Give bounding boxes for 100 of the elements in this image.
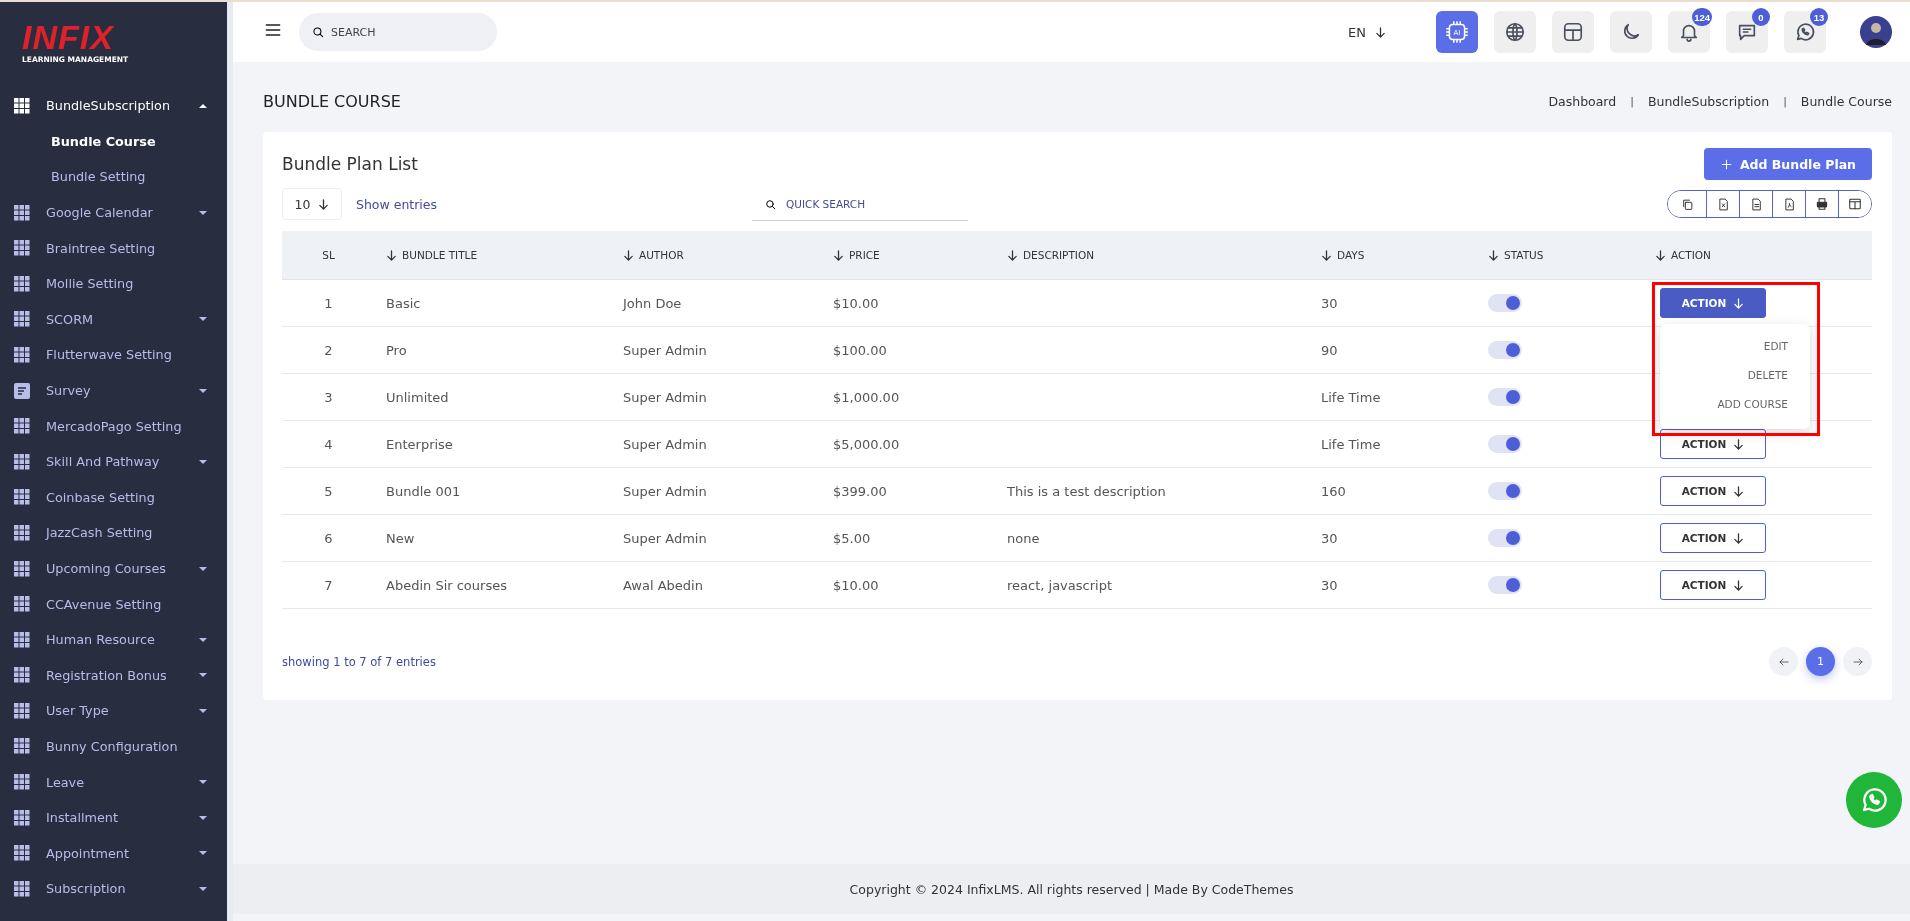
sidebar-item[interactable]: Registration Bonus <box>0 657 227 694</box>
sidebar-item[interactable]: User Type <box>0 693 227 729</box>
grid-icon <box>14 880 30 897</box>
header-icon-button[interactable]: 13 <box>1784 11 1826 53</box>
sidebar-item[interactable]: JazzCash Setting <box>0 515 227 551</box>
whatsapp-chat-button[interactable] <box>1846 772 1902 828</box>
count-badge: 13 <box>1810 8 1828 26</box>
status-toggle[interactable] <box>1488 388 1522 406</box>
action-button[interactable]: ACTION <box>1660 523 1766 553</box>
card-title: Bundle Plan List <box>282 154 418 174</box>
sidebar-item[interactable]: Mollie Setting <box>0 265 227 302</box>
status-toggle[interactable] <box>1488 576 1522 594</box>
table-cell-text: Abedin Sir courses <box>385 577 508 593</box>
breadcrumb-link[interactable]: Bundle Course <box>1800 93 1892 109</box>
sidebar-item[interactable]: Survey <box>0 372 227 409</box>
export-button[interactable] <box>1838 191 1871 217</box>
sidebar-item[interactable]: Braintree Setting <box>0 230 227 266</box>
status-toggle[interactable] <box>1488 482 1522 500</box>
breadcrumb-link[interactable]: BundleSubscription <box>1647 93 1770 109</box>
sidebar-item[interactable]: Human Resource <box>0 621 227 658</box>
column-header[interactable]: AUTHOR <box>612 249 822 261</box>
caret-icon <box>199 637 207 642</box>
column-header[interactable]: STATUS <box>1477 249 1644 261</box>
sidebar-item[interactable]: Installment <box>0 799 227 836</box>
sidebar-item[interactable]: Bunny Configuration <box>0 728 227 765</box>
menu-item[interactable]: DELETE <box>1660 361 1810 390</box>
sidebar-item[interactable]: Coinbase Setting <box>0 479 227 516</box>
sort-arrow-icon <box>1655 249 1666 261</box>
search-field[interactable]: SEARCH <box>299 13 497 51</box>
entries-select[interactable]: 10 <box>282 188 342 220</box>
sort-arrow-icon <box>1321 249 1332 261</box>
grid-icon <box>14 560 30 577</box>
header-icon-button[interactable] <box>1610 11 1652 53</box>
sidebar-item[interactable]: MercadoPago Setting <box>0 408 227 444</box>
column-header[interactable]: ACTION <box>1644 249 1872 261</box>
header-icon-button[interactable] <box>1494 11 1536 53</box>
header-icon-button[interactable]: 0 <box>1726 11 1768 53</box>
sidebar-item[interactable]: BundleSubscription <box>0 88 227 124</box>
caret-icon <box>199 708 207 713</box>
user-avatar[interactable] <box>1860 16 1892 48</box>
grid-icon <box>14 631 30 648</box>
table-cell-text: 160 <box>1320 483 1347 499</box>
header-icon-button[interactable]: 124 <box>1668 11 1710 53</box>
table-cell-text: This is a test description <box>1006 483 1167 499</box>
whatsapp-icon <box>1794 21 1816 43</box>
table-cell-text: $399.00 <box>832 483 888 499</box>
breadcrumb-link[interactable]: Dashboard <box>1548 93 1617 109</box>
add-bundle-plan-button[interactable]: Add Bundle Plan <box>1703 148 1872 180</box>
action-button[interactable]: ACTION <box>1660 570 1766 600</box>
grid-icon <box>14 418 30 435</box>
grid-icon <box>14 524 30 541</box>
status-toggle[interactable] <box>1488 294 1522 312</box>
table-cell-text: Life Time <box>1320 389 1382 405</box>
status-toggle[interactable] <box>1488 341 1522 359</box>
grid-icon <box>14 774 30 791</box>
caret-icon <box>199 673 207 678</box>
grid-icon <box>14 453 30 470</box>
column-header: SL <box>321 249 336 261</box>
sidebar-item[interactable]: Appointment <box>0 835 227 872</box>
action-button[interactable]: ACTION <box>1660 288 1766 318</box>
sidebar-item[interactable]: Flutterwave Setting <box>0 337 227 373</box>
menu-item[interactable]: ADD COURSE <box>1660 390 1810 419</box>
sort-arrow-icon <box>1007 249 1018 261</box>
caret-icon <box>199 459 207 464</box>
action-button[interactable]: ACTION <box>1660 476 1766 506</box>
table-cell-text: Pro <box>385 342 408 358</box>
sidebar-item[interactable]: Subscription <box>0 871 227 907</box>
table-cell-text: $100.00 <box>832 342 888 358</box>
column-header[interactable]: DESCRIPTION <box>996 249 1310 261</box>
caret-icon <box>199 851 207 856</box>
arrow-down-icon <box>1733 438 1745 450</box>
table-cell-text: $10.00 <box>832 295 880 311</box>
grid-icon <box>14 204 30 221</box>
column-header[interactable]: BUNDLE TITLE <box>375 249 612 261</box>
header-icon-button[interactable] <box>1552 11 1594 53</box>
table-cell-text: Super Admin <box>622 483 708 499</box>
column-header[interactable]: PRICE <box>822 249 996 261</box>
page-button[interactable]: 1 <box>1806 647 1835 676</box>
caret-icon <box>199 317 207 322</box>
arrow-down-icon <box>318 198 330 210</box>
sort-arrow-icon <box>386 249 397 261</box>
sidebar-subitem[interactable]: Bundle Setting <box>0 159 227 195</box>
logo-title: INFIX <box>22 20 116 54</box>
language-dropdown[interactable]: EN <box>1342 23 1392 41</box>
sidebar-item[interactable]: Skill And Pathway <box>0 443 227 480</box>
sidebar-item[interactable]: CCAvenue Setting <box>0 586 227 622</box>
grid-icon <box>14 809 30 826</box>
sidebar-subitem[interactable]: Bundle Course <box>0 123 227 160</box>
sidebar-item[interactable]: Google Calendar <box>0 194 227 231</box>
status-toggle[interactable] <box>1488 435 1522 453</box>
menu-item[interactable]: EDIT <box>1660 332 1810 361</box>
table-cell-text: Enterprise <box>385 436 454 452</box>
sidebar-item[interactable]: Leave <box>0 764 227 800</box>
grid-icon <box>14 596 30 613</box>
copy-icon <box>1680 197 1694 211</box>
sidebar-item[interactable]: Upcoming Courses <box>0 550 227 587</box>
column-header[interactable]: DAYS <box>1310 249 1477 261</box>
status-toggle[interactable] <box>1488 529 1522 547</box>
sidebar-item[interactable]: SCORM <box>0 301 227 338</box>
table-cell-text: 90 <box>1320 342 1339 358</box>
